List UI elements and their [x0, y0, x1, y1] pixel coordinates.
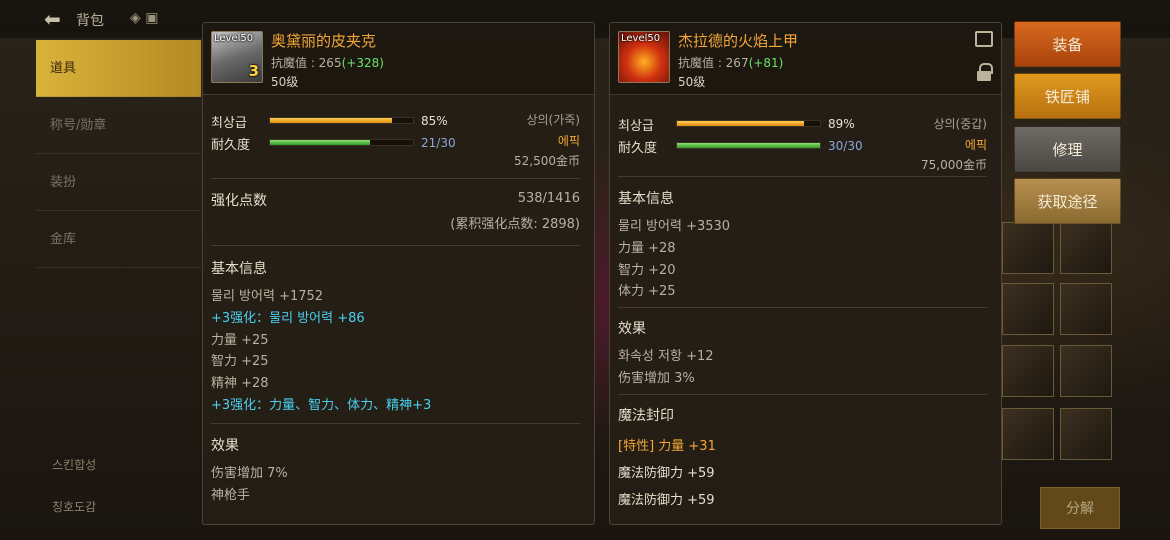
disassemble-button[interactable]: 分解	[1040, 487, 1120, 529]
divider	[618, 307, 987, 308]
leather-jacket-icon: Level50 3	[211, 31, 263, 83]
icon-level-label: Level50	[621, 33, 661, 44]
item-meta: 상의(중갑) 에픽 75,000金币	[921, 115, 987, 173]
effect-line: 神枪手	[211, 488, 251, 503]
basic-stat-line: 智力 +25	[211, 354, 269, 369]
divider	[211, 423, 580, 424]
enhance-points-label: 强化点数	[211, 193, 267, 209]
icon-enhance-label: 3	[248, 62, 259, 80]
max-grade-label: 최상급	[618, 119, 654, 134]
inventory-slot[interactable]	[1060, 345, 1112, 397]
inventory-slot[interactable]	[1060, 408, 1112, 460]
item-price: 75,000金币	[921, 158, 987, 172]
item-rarity: 에픽	[557, 134, 580, 148]
compare-item-tooltip: Level50 杰拉德的火焰上甲 抗魔值 : 267(+81) 50级 최상급 …	[609, 22, 1002, 525]
view-toggle-icon[interactable]: ◈ ▣	[130, 10, 158, 26]
max-grade-bar	[269, 117, 414, 124]
divider	[618, 394, 987, 395]
magic-resist-bonus: (+328)	[341, 56, 384, 70]
inventory-slot[interactable]	[1002, 408, 1054, 460]
durability-bar	[269, 139, 414, 146]
inventory-slot[interactable]	[1060, 222, 1112, 274]
divider	[211, 178, 580, 179]
item-header: Level50 3 奥黛丽的皮夹克 抗魔值 : 265(+328) 50级	[203, 23, 594, 95]
basic-stat-line: 물리 방어력 +1752	[211, 289, 324, 304]
basic-stat-line: 力量 +28	[618, 241, 676, 256]
durability-bar-fill	[270, 140, 371, 145]
item-level: 50级	[271, 75, 299, 89]
equip-button[interactable]: 装备	[1014, 21, 1121, 67]
basic-stat-line: 体力 +25	[618, 284, 676, 299]
inventory-title: 背包	[76, 13, 104, 29]
item-header: Level50 杰拉德的火焰上甲 抗魔值 : 267(+81) 50级	[610, 23, 1001, 95]
icon-level-label: Level50	[214, 33, 254, 44]
share-icon[interactable]	[975, 31, 993, 47]
magic-resist-value: 抗魔值 : 265	[271, 56, 342, 70]
item-price: 52,500金币	[514, 154, 580, 168]
seal-line: 魔法防御力 +59	[618, 493, 715, 508]
basic-info-title: 基本信息	[618, 191, 674, 207]
item-level: 50级	[678, 75, 706, 89]
durability-bar	[676, 142, 821, 149]
effect-title: 效果	[618, 321, 646, 337]
divider	[618, 176, 987, 177]
durability-label: 耐久度	[618, 141, 658, 156]
nav-item-titles[interactable]: 称号/勋章	[36, 97, 201, 154]
magic-resist-value: 抗魔值 : 267	[678, 56, 749, 70]
left-nav: 道具 称号/勋章 装扮 金库	[36, 40, 201, 268]
max-grade-bar	[676, 120, 821, 127]
divider	[211, 245, 580, 246]
basic-stat-line: 智力 +20	[618, 263, 676, 278]
basic-stat-line: 力量 +25	[211, 333, 269, 348]
max-grade-percent: 85%	[421, 114, 448, 128]
back-arrow-icon[interactable]: ⬅	[44, 8, 66, 30]
inventory-slot[interactable]	[1002, 222, 1054, 274]
item-type: 상의(가죽)	[526, 113, 580, 127]
enhance-points-value: 538/1416	[517, 191, 580, 206]
flame-armor-icon: Level50	[618, 31, 670, 83]
durability-value: 30/30	[828, 139, 863, 153]
item-rarity: 에픽	[964, 138, 987, 152]
nav-item-vault[interactable]: 金库	[36, 211, 201, 268]
inventory-slot[interactable]	[1002, 283, 1054, 335]
repair-button[interactable]: 修理	[1014, 126, 1121, 172]
seal-line: [特性] 力量 +31	[618, 439, 716, 454]
magic-resist-bonus: (+81)	[748, 56, 784, 70]
nav-item-avatar[interactable]: 装扮	[36, 154, 201, 211]
magic-seal-title: 魔法封印	[618, 408, 674, 424]
effect-title: 效果	[211, 438, 239, 454]
basic-stat-line: 물리 방어력 +3530	[618, 219, 731, 234]
item-meta: 상의(가죽) 에픽 52,500金币	[514, 111, 580, 169]
item-name: 奥黛丽的皮夹克	[271, 32, 377, 50]
durability-bar-fill	[677, 143, 820, 148]
enhance-points-total: (累积强化点数: 2898)	[450, 217, 580, 232]
enhance-stat-line: +3强化：力量、智力、体力、精神+3	[211, 398, 432, 413]
seal-line: 魔法防御力 +59	[618, 466, 715, 481]
skin-synthesis-link[interactable]: 스킨합성	[52, 456, 96, 473]
durability-value: 21/30	[421, 136, 456, 150]
obtain-source-button[interactable]: 获取途径	[1014, 178, 1121, 224]
magic-resist: 抗魔值 : 267(+81)	[678, 54, 783, 71]
effect-line: 伤害增加 7%	[211, 466, 288, 481]
magic-resist: 抗魔值 : 265(+328)	[271, 54, 384, 71]
equipped-item-tooltip: Level50 3 奥黛丽的皮夹克 抗魔值 : 265(+328) 50级 최상…	[202, 22, 595, 525]
title-codex-link[interactable]: 칭호도감	[52, 498, 96, 515]
inventory-slot[interactable]	[1002, 345, 1054, 397]
max-grade-bar-fill	[270, 118, 392, 123]
item-name: 杰拉德的火焰上甲	[678, 32, 799, 50]
enhance-stat-line: +3强化：물리 방어력 +86	[211, 311, 365, 326]
effect-line: 伤害增加 3%	[618, 371, 695, 386]
blacksmith-button[interactable]: 铁匠铺	[1014, 73, 1121, 119]
max-grade-bar-fill	[677, 121, 805, 126]
item-type: 상의(중갑)	[933, 117, 987, 131]
max-grade-percent: 89%	[828, 117, 855, 131]
basic-stat-line: 精神 +28	[211, 376, 269, 391]
effect-line: 화속성 저항 +12	[618, 349, 714, 364]
inventory-slot[interactable]	[1060, 283, 1112, 335]
durability-label: 耐久度	[211, 138, 251, 153]
basic-info-title: 基本信息	[211, 261, 267, 277]
lock-icon[interactable]	[977, 63, 993, 81]
nav-item-items[interactable]: 道具	[36, 40, 201, 97]
max-grade-label: 최상급	[211, 116, 247, 131]
